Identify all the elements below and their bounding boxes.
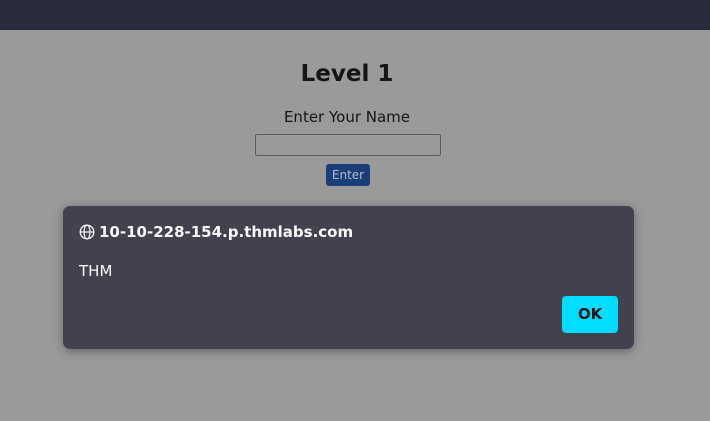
name-label: Enter Your Name <box>283 108 411 126</box>
dialog-origin-text: 10-10-228-154.p.thmlabs.com <box>99 223 354 241</box>
globe-icon <box>79 224 95 240</box>
name-input[interactable] <box>255 134 441 156</box>
dialog-message: THM <box>79 262 113 280</box>
enter-button[interactable]: Enter <box>326 164 370 186</box>
alert-dialog: 10-10-228-154.p.thmlabs.com THM OK <box>63 206 634 349</box>
dialog-origin: 10-10-228-154.p.thmlabs.com <box>79 221 353 243</box>
page-title: Level 1 <box>300 61 394 87</box>
ok-button[interactable]: OK <box>562 296 618 333</box>
browser-top-bar <box>0 0 710 30</box>
